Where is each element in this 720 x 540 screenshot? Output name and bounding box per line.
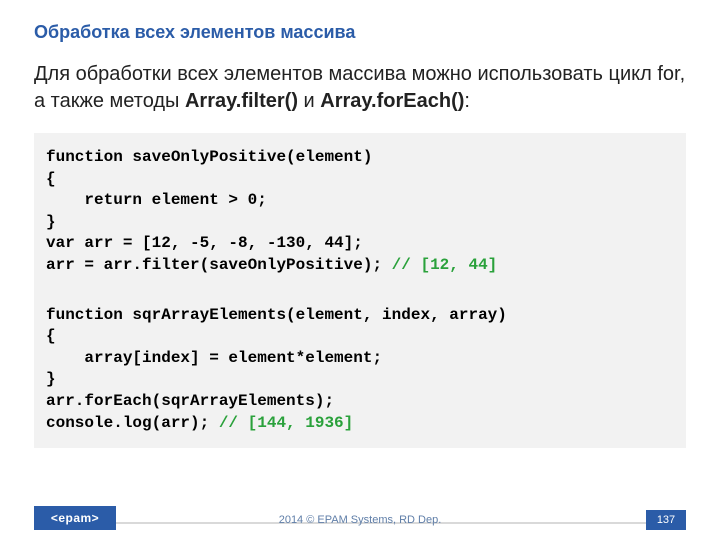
body-paragraph: Для обработки всех элементов массива мож… <box>34 61 686 115</box>
footer-copyright: 2014 © EPAM Systems, RD Dep. <box>0 514 720 526</box>
body-bold-1: Array.filter() <box>185 90 298 112</box>
footer: <epam> 2014 © EPAM Systems, RD Dep. 137 <box>0 502 720 530</box>
code-line: arr = arr.filter(saveOnlyPositive); <box>46 256 392 274</box>
slide: Обработка всех элементов массива Для обр… <box>0 0 720 540</box>
code-line: { <box>46 170 56 188</box>
code-line: array[index] = element*element; <box>46 349 382 367</box>
code-line: return element > 0; <box>46 191 267 209</box>
code-block: function saveOnlyPositive(element) { ret… <box>34 133 686 448</box>
body-post: : <box>464 90 470 112</box>
body-mid: и <box>298 90 320 112</box>
slide-title: Обработка всех элементов массива <box>34 22 686 43</box>
code-line: console.log(arr); <box>46 414 219 432</box>
page-number: 137 <box>646 510 686 530</box>
code-comment: // [12, 44] <box>392 256 498 274</box>
code-line: } <box>46 370 56 388</box>
code-line: function sqrArrayElements(element, index… <box>46 306 507 324</box>
code-spacer <box>46 277 674 305</box>
code-comment: // [144, 1936] <box>219 414 353 432</box>
code-line: function saveOnlyPositive(element) <box>46 148 372 166</box>
code-line: var arr = [12, -5, -8, -130, 44]; <box>46 234 363 252</box>
body-bold-2: Array.forEach() <box>320 90 464 112</box>
code-line: arr.forEach(sqrArrayElements); <box>46 392 334 410</box>
code-line: { <box>46 327 56 345</box>
code-line: } <box>46 213 56 231</box>
